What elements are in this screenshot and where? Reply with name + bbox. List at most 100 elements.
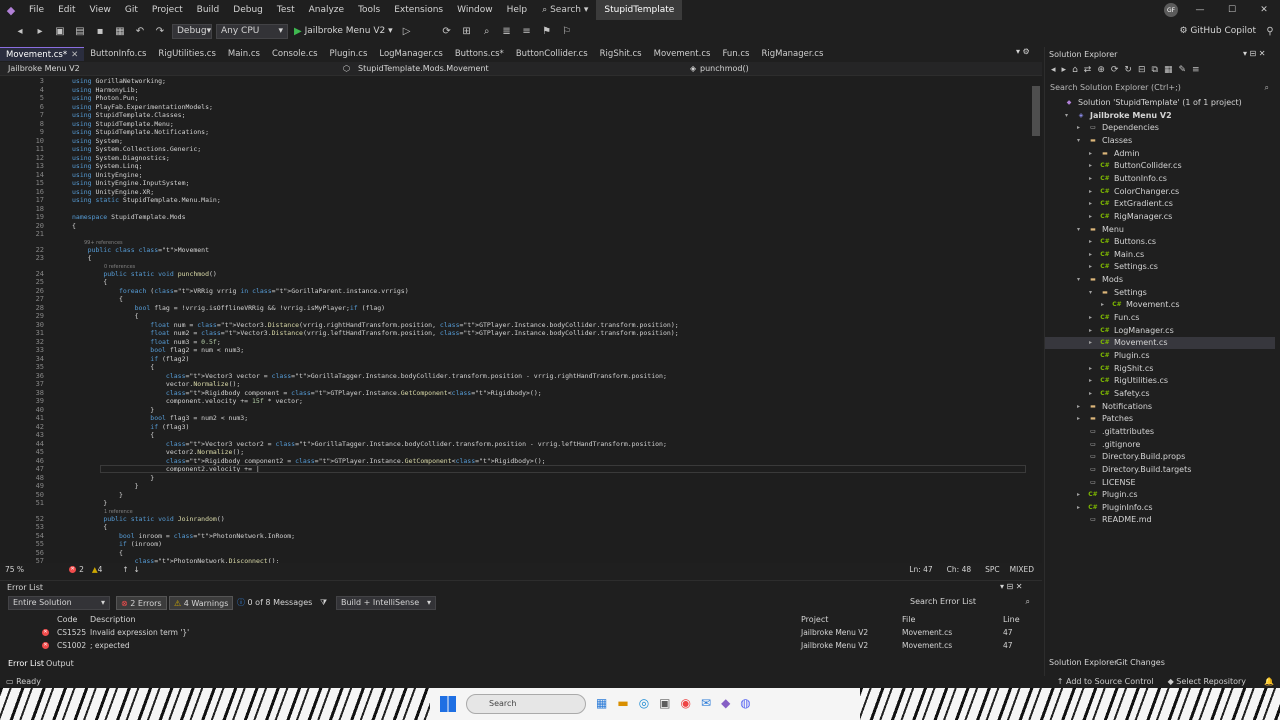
tab-plugin-cs[interactable]: Plugin.cs bbox=[324, 47, 374, 61]
error-code[interactable]: CS1525 bbox=[57, 628, 86, 637]
prev-issue-icon[interactable]: ↑ ↓ bbox=[122, 565, 139, 574]
tree-item-solution-stupidtemplate-1-of-1-project-[interactable]: ◆ Solution 'StupidTemplate' (1 of 1 proje… bbox=[1045, 97, 1275, 109]
file-explorer-icon[interactable]: ▦ bbox=[596, 696, 607, 710]
code-line[interactable]: using HarmonyLib; bbox=[72, 86, 139, 94]
chrome-icon[interactable]: ◉ bbox=[681, 696, 691, 710]
close-tab-icon[interactable]: ✕ bbox=[71, 50, 78, 60]
header-file[interactable]: File bbox=[902, 615, 915, 624]
tree-item-menu[interactable]: ▾ ▬ Menu bbox=[1045, 224, 1275, 236]
code-line[interactable]: class="t">Vector3 vector = class="t">Gor… bbox=[72, 372, 667, 380]
member-selector[interactable]: punchmod() bbox=[700, 62, 749, 76]
scope-dropdown[interactable]: Entire Solution ▾ bbox=[8, 596, 110, 610]
tab-buttoncollider-cs[interactable]: ButtonCollider.cs bbox=[510, 47, 594, 61]
save-all-icon[interactable]: ▦ bbox=[112, 23, 128, 39]
header-line[interactable]: Line bbox=[1003, 615, 1020, 624]
expand-chevron-icon[interactable]: ▸ bbox=[1089, 211, 1099, 223]
error-description[interactable]: Invalid expression term '}' bbox=[90, 628, 189, 637]
expand-chevron-icon[interactable]: ▸ bbox=[1089, 249, 1099, 261]
comment-icon[interactable]: ≡ bbox=[519, 23, 535, 39]
tab-solution-explorer[interactable]: Solution Explorer bbox=[1049, 658, 1117, 667]
expand-chevron-icon[interactable]: ▸ bbox=[1077, 502, 1087, 514]
tab-rigmanager-cs[interactable]: RigManager.cs bbox=[755, 47, 829, 61]
properties-icon[interactable]: ≡ bbox=[1192, 65, 1200, 75]
close-button[interactable]: ✕ bbox=[1248, 5, 1280, 15]
tree-item-readme-md[interactable]: ▭ README.md bbox=[1045, 514, 1275, 526]
discord-icon[interactable]: ◍ bbox=[740, 696, 750, 710]
tree-item--gitignore[interactable]: ▭ .gitignore bbox=[1045, 439, 1275, 451]
code-line[interactable]: { bbox=[72, 278, 107, 286]
new-item-icon[interactable]: ▣ bbox=[52, 23, 68, 39]
find-icon[interactable]: ⌕ bbox=[479, 23, 495, 39]
code-line[interactable]: } bbox=[72, 482, 139, 490]
tab-buttons-cs-[interactable]: Buttons.cs* bbox=[449, 47, 510, 61]
tab-output[interactable]: Output bbox=[46, 659, 74, 668]
tree-item-dependencies[interactable]: ▸ ▭ Dependencies bbox=[1045, 122, 1275, 134]
code-line[interactable]: if (inroom) bbox=[72, 540, 162, 548]
tree-item-classes[interactable]: ▾ ▬ Classes bbox=[1045, 135, 1275, 147]
error-project[interactable]: Jailbroke Menu V2 bbox=[801, 628, 868, 637]
menu-help[interactable]: Help bbox=[500, 0, 535, 20]
menu-analyze[interactable]: Analyze bbox=[302, 0, 351, 20]
code-line[interactable]: class="t">Rigidbody component = class="t… bbox=[72, 389, 542, 397]
back-icon[interactable]: ◂ bbox=[12, 23, 28, 39]
project-selector[interactable]: Jailbroke Menu V2 bbox=[8, 62, 80, 76]
code-line[interactable]: if (flag3) bbox=[72, 423, 189, 431]
header-project[interactable]: Project bbox=[801, 615, 828, 624]
hot-reload-icon[interactable]: ⟳ bbox=[439, 23, 455, 39]
tree-item-buttoncollider-cs[interactable]: ▸ C# ButtonCollider.cs bbox=[1045, 160, 1275, 172]
configuration-dropdown[interactable]: Debug ▾ bbox=[172, 23, 212, 39]
code-line[interactable]: using GorillaNetworking; bbox=[72, 77, 166, 85]
expand-chevron-icon[interactable]: ▸ bbox=[1089, 261, 1099, 273]
tab-main-cs[interactable]: Main.cs bbox=[222, 47, 266, 61]
menu-window[interactable]: Window bbox=[450, 0, 500, 20]
code-line[interactable]: component.velocity += 15f * vector; bbox=[72, 397, 303, 405]
code-line[interactable]: class="t">Rigidbody component2 = class="… bbox=[72, 457, 546, 465]
search-box[interactable]: ⌕ Search ▾ bbox=[534, 5, 596, 15]
editor-scrollbar[interactable] bbox=[1030, 76, 1042, 563]
expand-chevron-icon[interactable]: ▸ bbox=[1089, 363, 1099, 375]
expand-chevron-icon[interactable]: ▸ bbox=[1077, 413, 1087, 425]
error-description[interactable]: ; expected bbox=[90, 641, 130, 650]
add-to-source-control[interactable]: Add to Source Control bbox=[1066, 677, 1154, 686]
code-line[interactable]: namespace StupidTemplate.Mods bbox=[72, 213, 186, 221]
errors-filter-button[interactable]: ⊗ 2 Errors bbox=[116, 596, 167, 610]
tab-rigutilities-cs[interactable]: RigUtilities.cs bbox=[152, 47, 221, 61]
solution-search-input[interactable]: Search Solution Explorer (Ctrl+;) ⌕ bbox=[1047, 82, 1275, 94]
tab-git-changes[interactable]: Git Changes bbox=[1116, 658, 1165, 667]
tree-item-buttons-cs[interactable]: ▸ C# Buttons.cs bbox=[1045, 236, 1275, 248]
menu-extensions[interactable]: Extensions bbox=[387, 0, 450, 20]
code-line[interactable]: using Photon.Pun; bbox=[72, 94, 139, 102]
code-line[interactable]: using StupidTemplate.Classes; bbox=[72, 111, 186, 119]
tree-item-patches[interactable]: ▸ ▬ Patches bbox=[1045, 413, 1275, 425]
code-line[interactable]: using System.Collections.Generic; bbox=[72, 145, 201, 153]
code-line[interactable]: } bbox=[72, 499, 107, 507]
error-file[interactable]: Movement.cs bbox=[902, 628, 952, 637]
tree-item-safety-cs[interactable]: ▸ C# Safety.cs bbox=[1045, 388, 1275, 400]
messages-filter-button[interactable]: ⓘ 0 of 8 Messages bbox=[233, 596, 316, 610]
expand-chevron-icon[interactable]: ▸ bbox=[1089, 160, 1099, 172]
tree-item--gitattributes[interactable]: ▭ .gitattributes bbox=[1045, 426, 1275, 438]
code-line[interactable]: bool inroom = class="t">PhotonNetwork.In… bbox=[72, 532, 295, 540]
tree-item-movement-cs[interactable]: ▸ C# Movement.cs bbox=[1045, 299, 1275, 311]
folder-icon[interactable]: ▬ bbox=[617, 696, 628, 710]
tree-item-rigutilities-cs[interactable]: ▸ C# RigUtilities.cs bbox=[1045, 375, 1275, 387]
menu-view[interactable]: View bbox=[83, 0, 118, 20]
code-line[interactable]: float num = class="t">Vector3.Distance(v… bbox=[72, 321, 678, 329]
redo-icon[interactable]: ↷ bbox=[152, 23, 168, 39]
home-icon[interactable]: ⌂ bbox=[1072, 65, 1078, 75]
tab-fun-cs[interactable]: Fun.cs bbox=[716, 47, 755, 61]
menu-project[interactable]: Project bbox=[145, 0, 190, 20]
expand-chevron-icon[interactable]: ▸ bbox=[1077, 122, 1087, 134]
taskbar-search[interactable]: Search bbox=[466, 694, 586, 714]
undo-icon[interactable]: ↶ bbox=[132, 23, 148, 39]
expand-chevron-icon[interactable]: ▸ bbox=[1077, 489, 1087, 501]
tab-console-cs[interactable]: Console.cs bbox=[266, 47, 324, 61]
solution-name-badge[interactable]: StupidTemplate bbox=[596, 0, 683, 20]
expand-chevron-icon[interactable]: ▸ bbox=[1089, 337, 1099, 349]
code-line[interactable]: foreach (class="t">VRRig vrrig in class=… bbox=[72, 287, 409, 295]
tree-item-buttoninfo-cs[interactable]: ▸ C# ButtonInfo.cs bbox=[1045, 173, 1275, 185]
maximize-button[interactable]: ☐ bbox=[1216, 5, 1248, 15]
feedback-icon[interactable]: ⚲ bbox=[1262, 23, 1278, 39]
code-line[interactable]: bool flag2 = num < num3; bbox=[72, 346, 244, 354]
tab-movement-cs-[interactable]: Movement.cs* ✕ bbox=[0, 47, 85, 61]
